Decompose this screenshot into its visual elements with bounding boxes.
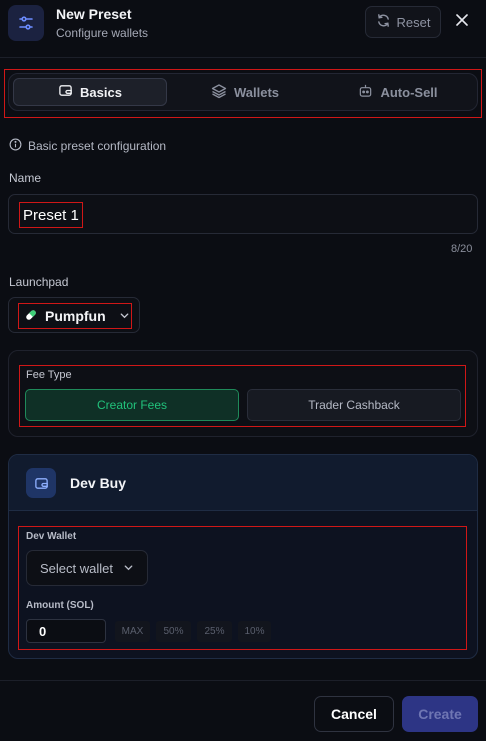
name-label: Name [9,171,42,185]
dialog-subtitle: Configure wallets [56,26,149,40]
launchpad-select[interactable]: Pumpfun [8,297,140,333]
amount-input[interactable]: 0 [26,619,106,643]
chevron-down-icon [123,561,134,576]
tab-bar: Basics Wallets Auto-Sell [8,73,478,111]
info-icon [9,138,22,154]
name-value: Preset 1 [19,202,83,228]
wallet-icon [58,83,73,101]
chevron-down-icon [119,308,130,324]
dev-wallet-select[interactable]: Select wallet [26,550,148,586]
info-row: Basic preset configuration [9,138,166,154]
robot-icon [358,83,373,101]
tab-label: Wallets [233,84,280,100]
max-button[interactable]: MAX [115,621,150,642]
tab-basics[interactable]: Basics [13,78,167,106]
fee-type-card: Fee Type Creator Fees Trader Cashback [8,350,478,437]
wallet-icon [26,468,56,498]
launchpad-value: Pumpfun [45,308,106,324]
layers-icon [211,83,227,102]
twenty-five-percent-button[interactable]: 25% [197,621,232,642]
launchpad-value-wrapper: Pumpfun [18,303,132,329]
refresh-icon [376,13,391,31]
fee-type-label: Fee Type [26,369,72,381]
tab-label: Auto-Sell [380,84,438,100]
name-field[interactable]: Preset 1 [8,194,478,234]
close-icon [456,13,468,31]
dev-wallet-placeholder: Select wallet [40,560,113,576]
tab-auto-sell[interactable]: Auto-Sell [321,78,475,106]
reset-label: Reset [396,14,431,30]
tab-label: Basics [80,84,122,100]
launchpad-label: Launchpad [9,275,69,289]
dev-buy-card: Dev Buy Dev Wallet Select wallet Amount … [8,454,478,659]
dev-buy-header: Dev Buy [9,455,477,511]
dev-buy-title: Dev Buy [70,475,127,491]
close-button[interactable] [452,12,472,32]
dialog-header: New Preset Configure wallets Reset [0,0,486,58]
dev-wallet-label: Dev Wallet [26,531,77,542]
amount-label: Amount (SOL) [26,600,94,611]
ten-percent-button[interactable]: 10% [238,621,271,642]
dialog-title: New Preset [56,6,132,22]
reset-button[interactable]: Reset [365,6,441,38]
pill-icon [24,308,38,325]
cancel-button[interactable]: Cancel [314,696,394,732]
fee-option-creator-fees[interactable]: Creator Fees [25,389,239,421]
footer-divider [0,680,486,681]
char-counter: 8/20 [451,243,473,255]
sliders-icon [8,5,44,41]
fee-option-trader-cashback[interactable]: Trader Cashback [247,389,461,421]
fifty-percent-button[interactable]: 50% [156,621,191,642]
tab-wallets[interactable]: Wallets [168,78,322,106]
info-text: Basic preset configuration [28,139,167,153]
create-button[interactable]: Create [402,696,478,732]
